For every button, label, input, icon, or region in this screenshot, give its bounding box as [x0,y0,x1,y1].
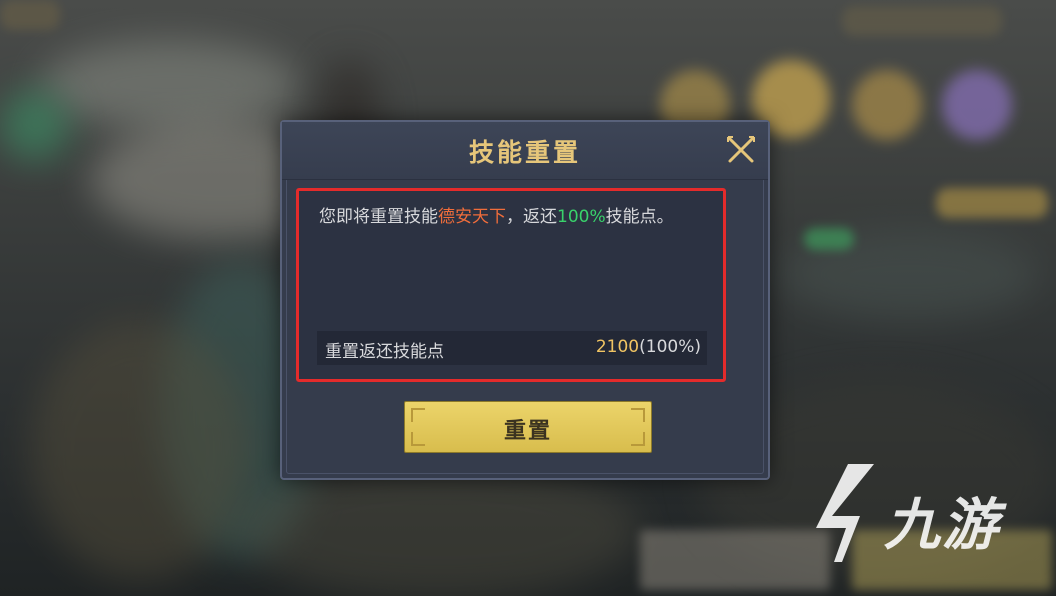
desc-suffix: 技能点。 [605,207,674,227]
jiuyou-watermark: 九游 [802,458,1032,568]
skill-reset-dialog: 技能重置 您即将重置技能德安天下，返还100%技能点。 重置返还技能点 2100… [280,120,770,480]
refund-points-label: 重置返还技能点 [325,342,444,362]
desc-prefix: 您即将重置技能 [319,207,438,227]
reset-description: 您即将重置技能德安天下，返还100%技能点。 [319,205,711,230]
watermark-text: 九游 [884,493,1000,558]
reset-button-label: 重置 [503,418,552,444]
refund-points-number: 2100 [595,337,640,357]
skill-name: 德安天下 [438,207,506,227]
refund-points-value: 2100(100%) [596,337,701,357]
jiuyou-logo-icon [816,464,874,562]
close-x-icon [727,136,755,163]
refund-percent: 100% [557,207,606,227]
desc-middle: ，返还 [506,207,557,227]
dialog-title: 技能重置 [468,138,581,167]
refund-points-percent: (100%) [639,337,701,357]
close-button[interactable] [726,135,756,165]
reset-button[interactable]: 重置 [404,401,652,453]
refund-points-row: 重置返还技能点 2100(100%) [317,331,707,365]
highlighted-content-box: 您即将重置技能德安天下，返还100%技能点。 重置返还技能点 2100(100%… [296,188,726,382]
dialog-header: 技能重置 [282,122,768,180]
